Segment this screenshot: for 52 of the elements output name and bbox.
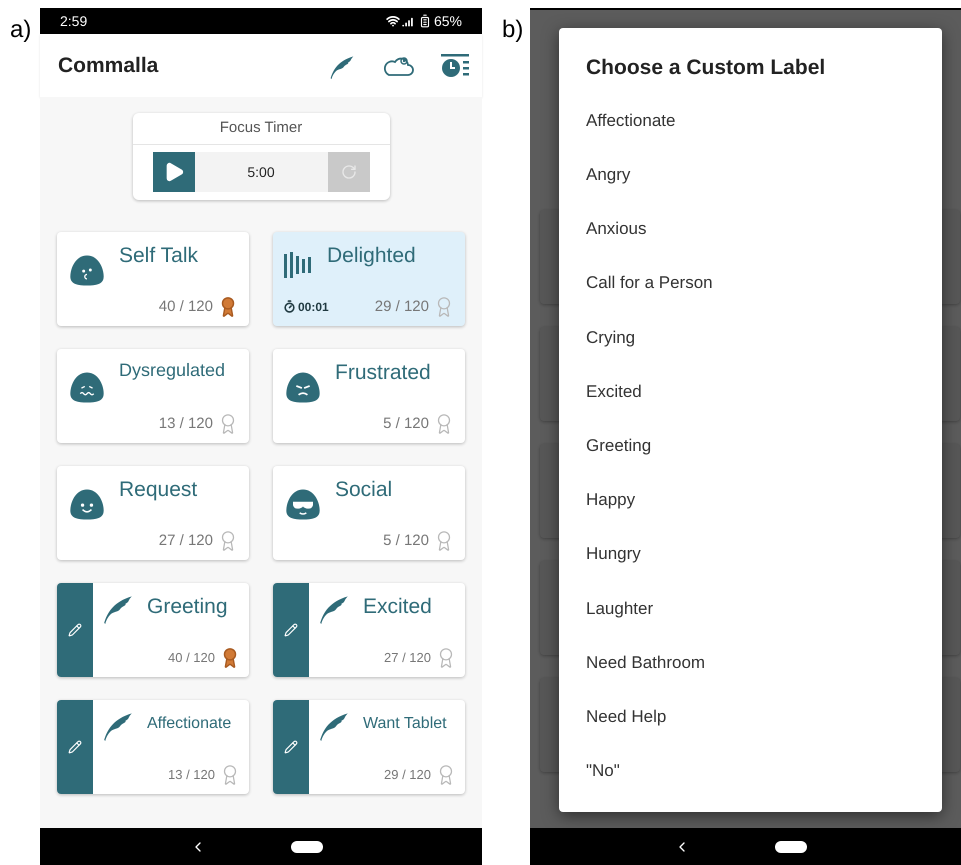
label-option[interactable]: Greeting: [586, 418, 942, 473]
label-option[interactable]: Need Help: [586, 690, 942, 744]
progress-count: 40 / 120: [168, 649, 215, 668]
progress-count: 27 / 120: [158, 530, 213, 550]
progress-count: 29 / 120: [384, 766, 431, 784]
card-label: Excited: [363, 594, 432, 620]
label-option[interactable]: Hungry: [586, 527, 942, 582]
card-label: Dysregulated: [119, 359, 226, 382]
label-option[interactable]: Call for a Person: [586, 256, 942, 310]
elapsed-time: 00:01: [298, 298, 329, 316]
card-label: Self Talk: [119, 243, 198, 269]
label-card[interactable]: Social 5 / 120: [273, 466, 465, 560]
progress-count: 27 / 120: [384, 649, 431, 668]
card-label: Greeting: [147, 594, 228, 620]
figure-label: a): [10, 16, 32, 43]
label-card[interactable]: Greeting 40 / 120: [57, 583, 249, 677]
card-label: Delighted: [327, 243, 416, 269]
label-card[interactable]: Request 27 / 120: [57, 466, 249, 560]
battery-percent: 65%: [434, 12, 462, 30]
card-label: Affectionate: [147, 714, 232, 734]
card-label: Request: [119, 477, 198, 503]
progress-count: 5 / 120: [383, 530, 429, 550]
label-option[interactable]: Happy: [586, 472, 942, 527]
progress-count: 13 / 120: [158, 414, 213, 434]
label-option[interactable]: Angry: [586, 148, 942, 202]
timer-title: Focus Timer: [220, 118, 302, 138]
label-option[interactable]: Laughter: [586, 581, 942, 636]
label-option[interactable]: Affectionate: [586, 94, 942, 148]
progress-count: 13 / 120: [168, 766, 215, 784]
app-title: Commalla: [58, 52, 158, 79]
progress-count: 5 / 120: [383, 414, 429, 434]
dialog-title: Choose a Custom Label: [586, 55, 826, 81]
progress-count: 29 / 120: [374, 296, 429, 316]
timer-value: 5:00: [246, 162, 276, 182]
label-option[interactable]: Anxious: [586, 202, 942, 256]
label-card[interactable]: Frustrated 5 / 120: [273, 349, 465, 443]
label-card[interactable]: Excited 27 / 120: [273, 583, 465, 677]
clock: 2:59: [60, 12, 88, 30]
label-card[interactable]: Affectionate 13 / 120: [57, 700, 249, 794]
label-option[interactable]: Need Bathroom: [586, 635, 942, 690]
label-card[interactable]: Self Talk 40 / 120: [57, 232, 249, 326]
progress-count: 40 / 120: [158, 296, 213, 316]
card-label: Want Tablet: [363, 714, 447, 734]
label-card[interactable]: Delighted 00:01 29 / 120: [273, 232, 465, 326]
label-option[interactable]: "No": [586, 744, 942, 798]
label-option[interactable]: Crying: [586, 310, 942, 364]
card-label: Social: [335, 477, 392, 503]
figure-label: b): [502, 16, 524, 43]
card-label: Frustrated: [335, 360, 431, 386]
label-card[interactable]: Dysregulated 13 / 120: [57, 349, 249, 443]
label-option[interactable]: Excited: [586, 364, 942, 419]
label-card[interactable]: Want Tablet 29 / 120: [273, 700, 465, 794]
